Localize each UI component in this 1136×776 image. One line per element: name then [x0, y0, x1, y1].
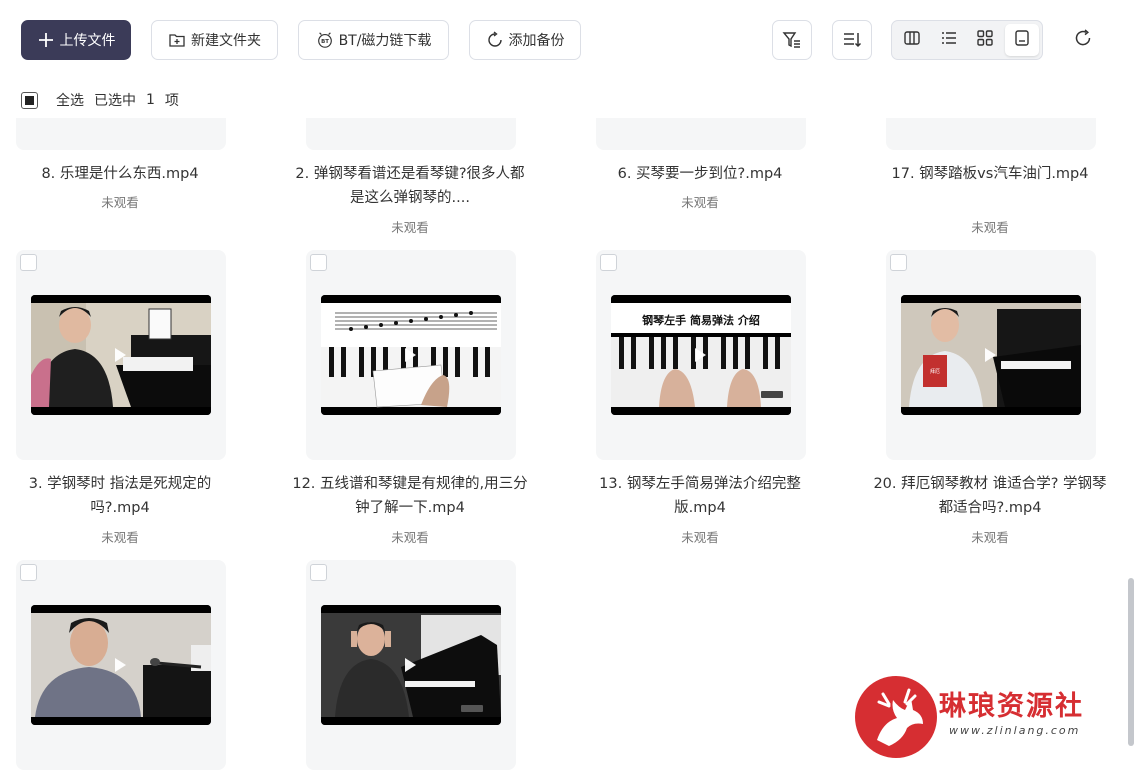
vertical-scrollbar[interactable] [1124, 82, 1136, 776]
play-icon [115, 658, 126, 672]
filter-button[interactable] [772, 20, 812, 60]
watch-status: 未观看 [391, 220, 429, 235]
watermark-deer-logo [855, 676, 937, 758]
bt-icon: BT [316, 31, 334, 49]
video-thumbnail[interactable]: 拜厄 [901, 295, 1081, 415]
file-checkbox[interactable] [20, 254, 37, 271]
file-name[interactable]: 6. 买琴要一步到位?.mp4 [580, 162, 820, 186]
list-icon [940, 29, 958, 51]
file-name[interactable]: 13. 钢琴左手简易弹法介绍完整版.mp4 [580, 472, 820, 520]
refresh-button[interactable] [1066, 24, 1100, 56]
book-cover-text: 拜厄 [930, 368, 940, 375]
view-list-option[interactable] [932, 24, 967, 56]
svg-text:BT: BT [321, 39, 329, 45]
plus-icon [37, 31, 55, 49]
file-checkbox[interactable] [310, 564, 327, 581]
file-checkbox[interactable] [310, 254, 327, 271]
view-thumbnail-option[interactable] [1004, 24, 1039, 56]
play-icon [985, 348, 996, 362]
new-folder-button[interactable]: 新建文件夹 [151, 20, 278, 60]
watch-status: 未观看 [101, 195, 139, 210]
watch-status: 未观看 [681, 195, 719, 210]
upload-label: 上传文件 [59, 33, 116, 49]
file-card[interactable]: 钢琴左手 简易弹法 介绍 [596, 250, 806, 460]
selection-bar: 全选 已选中 1 项 [0, 82, 1100, 118]
toolbar: 上传文件 新建文件夹 BT BT/磁力链下载 添加备份 [0, 0, 1136, 82]
watch-status: 未观看 [681, 530, 719, 545]
view-columns-option[interactable] [895, 24, 930, 56]
scrollbar-thumb[interactable] [1128, 578, 1134, 746]
file-name[interactable]: 2. 弹钢琴看谱还是看琴键?很多人都是这么弹钢琴的.... [290, 162, 530, 210]
watch-status: 未观看 [971, 530, 1009, 545]
view-grid-option[interactable] [968, 24, 1003, 56]
sync-icon [486, 31, 504, 49]
play-icon [405, 658, 416, 672]
sort-icon [842, 30, 862, 50]
folder-plus-icon [168, 31, 186, 49]
watermark-name: 琳琅资源社 [939, 691, 1084, 722]
file-name[interactable]: 17. 钢琴踏板vs汽车油门.mp4 [870, 162, 1110, 186]
video-thumbnail[interactable]: 钢琴左手 简易弹法 介绍 [611, 295, 791, 415]
select-all-checkbox[interactable] [21, 91, 38, 109]
file-checkbox[interactable] [20, 564, 37, 581]
video-thumbnail[interactable] [321, 605, 501, 725]
selected-count: 1 [146, 92, 155, 108]
upload-button[interactable]: 上传文件 [21, 20, 131, 60]
play-icon [695, 348, 706, 362]
play-icon [405, 348, 416, 362]
watch-status: 未观看 [391, 530, 429, 545]
selected-unit: 项 [164, 93, 179, 109]
file-name[interactable]: 8. 乐理是什么东西.mp4 [0, 162, 240, 186]
play-icon [115, 348, 126, 362]
file-manager: 8. 乐理是什么东西.mp4 未观看 2. 弹钢琴看谱还是看琴键?很多人都是这么… [0, 0, 1136, 776]
bt-magnet-download-button[interactable]: BT BT/磁力链下载 [298, 20, 449, 60]
select-all-label[interactable]: 全选 [56, 90, 84, 110]
file-name[interactable]: 3. 学钢琴时 指法是死规定的吗?.mp4 [0, 472, 240, 520]
video-thumbnail[interactable] [321, 295, 501, 415]
grid-icon [976, 29, 994, 51]
file-card[interactable] [16, 560, 226, 770]
sort-button[interactable] [832, 20, 872, 60]
file-card[interactable]: 拜厄 [886, 250, 1096, 460]
view-mode-switcher [891, 20, 1043, 60]
file-name[interactable]: 12. 五线谱和琴键是有规律的,用三分钟了解一下.mp4 [290, 472, 530, 520]
new-folder-label: 新建文件夹 [191, 33, 261, 49]
large-thumbnail-icon [1013, 29, 1031, 51]
file-card[interactable] [306, 560, 516, 770]
add-backup-label: 添加备份 [508, 33, 565, 49]
thumb-title: 钢琴左手 简易弹法 介绍 [642, 313, 760, 327]
filter-icon [782, 30, 802, 50]
file-checkbox[interactable] [890, 254, 907, 271]
refresh-icon [1073, 28, 1093, 52]
watermark: 琳琅资源社 www.zlinlang.com [853, 672, 1123, 764]
file-card[interactable] [16, 250, 226, 460]
add-backup-button[interactable]: 添加备份 [469, 20, 581, 60]
selected-prefix: 已选中 [94, 93, 136, 109]
bt-label: BT/磁力链下载 [338, 33, 432, 49]
file-checkbox[interactable] [600, 254, 617, 271]
watch-status: 未观看 [101, 530, 139, 545]
columns-icon [903, 29, 921, 51]
file-name[interactable]: 20. 拜厄钢琴教材 谁适合学? 学钢琴都适合吗?.mp4 [870, 472, 1110, 520]
video-thumbnail[interactable] [31, 605, 211, 725]
watermark-url: www.zlinlang.com [949, 724, 1081, 737]
file-card[interactable] [306, 250, 516, 460]
video-thumbnail[interactable] [31, 295, 211, 415]
watch-status: 未观看 [971, 220, 1009, 235]
